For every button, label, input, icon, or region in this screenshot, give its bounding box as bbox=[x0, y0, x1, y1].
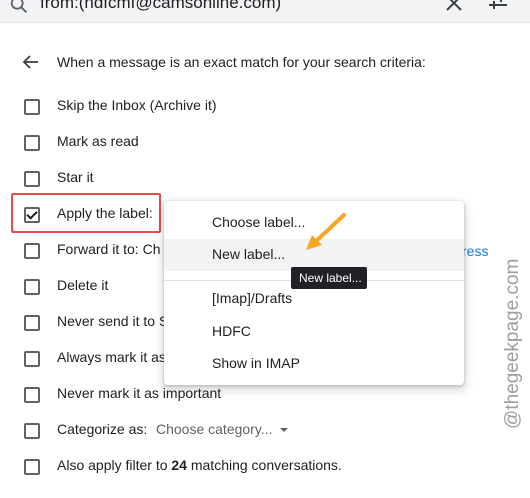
star-it-checkbox[interactable] bbox=[24, 171, 40, 187]
skip-inbox-checkbox[interactable] bbox=[24, 99, 40, 115]
option-skip-inbox: Skip the Inbox (Archive it) bbox=[0, 94, 530, 118]
forward-label: Forward it to: bbox=[57, 241, 139, 257]
search-bar[interactable]: from:(hdfcmf@camsonline.com) bbox=[0, 0, 530, 23]
option-label: Always mark it as bbox=[57, 349, 166, 365]
filter-criteria-header: When a message is an exact match for you… bbox=[57, 54, 426, 70]
option-never-important: Never mark it as important bbox=[0, 382, 530, 406]
menu-item-hdfc[interactable]: HDFC bbox=[164, 316, 464, 348]
option-label: Never send it to S bbox=[57, 313, 169, 329]
dropdown-arrow-icon bbox=[280, 428, 289, 433]
menu-item-label: New label... bbox=[212, 246, 286, 262]
option-label: Forward it to: Ch bbox=[57, 241, 161, 257]
add-forwarding-link-partial[interactable]: ress bbox=[462, 243, 488, 259]
mark-as-read-checkbox[interactable] bbox=[24, 135, 40, 151]
option-label: Categorize as: bbox=[57, 421, 148, 437]
option-label: Never mark it as important bbox=[57, 385, 222, 401]
also-apply-post: matching conversations. bbox=[186, 457, 342, 473]
never-important-checkbox[interactable] bbox=[24, 387, 40, 403]
option-label: Mark as read bbox=[57, 133, 139, 149]
annotation-arrow-icon bbox=[306, 213, 346, 250]
menu-item-label: Choose label... bbox=[212, 214, 306, 230]
never-spam-checkbox[interactable] bbox=[24, 315, 40, 331]
option-mark-as-read: Mark as read bbox=[0, 130, 530, 154]
search-query[interactable]: from:(hdfcmf@camsonline.com) bbox=[40, 0, 281, 13]
menu-item-label: [Imap]/Drafts bbox=[212, 290, 293, 306]
menu-item-show-in-imap[interactable]: Show in IMAP bbox=[164, 348, 464, 380]
option-label: Star it bbox=[57, 169, 94, 185]
option-categorize: Categorize as: Choose category... bbox=[0, 418, 530, 442]
watermark-text: @thegeekpage.com bbox=[502, 259, 523, 429]
tune-icon[interactable] bbox=[487, 0, 509, 14]
back-arrow-icon[interactable] bbox=[22, 53, 40, 71]
highlight-box bbox=[11, 193, 161, 233]
option-also-apply: Also apply filter to 24 matching convers… bbox=[0, 454, 530, 478]
forward-select-partial[interactable]: Ch bbox=[143, 241, 161, 257]
delete-checkbox[interactable] bbox=[24, 279, 40, 295]
search-icon[interactable] bbox=[8, 0, 30, 16]
also-apply-checkbox[interactable] bbox=[24, 459, 40, 475]
matching-count: 24 bbox=[171, 457, 187, 473]
forward-checkbox[interactable] bbox=[24, 243, 40, 259]
menu-item-label: Show in IMAP bbox=[212, 355, 300, 371]
menu-item-label: HDFC bbox=[212, 323, 251, 339]
option-label: Skip the Inbox (Archive it) bbox=[57, 97, 217, 113]
also-apply-pre: Also apply filter to bbox=[57, 457, 172, 473]
category-select-value: Choose category... bbox=[156, 421, 273, 437]
option-label: Also apply filter to 24 matching convers… bbox=[57, 457, 342, 473]
option-star-it: Star it bbox=[0, 166, 530, 190]
category-select[interactable]: Choose category... bbox=[156, 421, 289, 437]
always-important-checkbox[interactable] bbox=[24, 351, 40, 367]
tooltip-text: New label... bbox=[299, 271, 362, 285]
categorize-checkbox[interactable] bbox=[24, 423, 40, 439]
close-icon[interactable] bbox=[444, 0, 464, 13]
watermark: @thegeekpage.com bbox=[502, 259, 523, 429]
tooltip: New label... bbox=[291, 267, 367, 289]
option-label: Delete it bbox=[57, 277, 109, 293]
